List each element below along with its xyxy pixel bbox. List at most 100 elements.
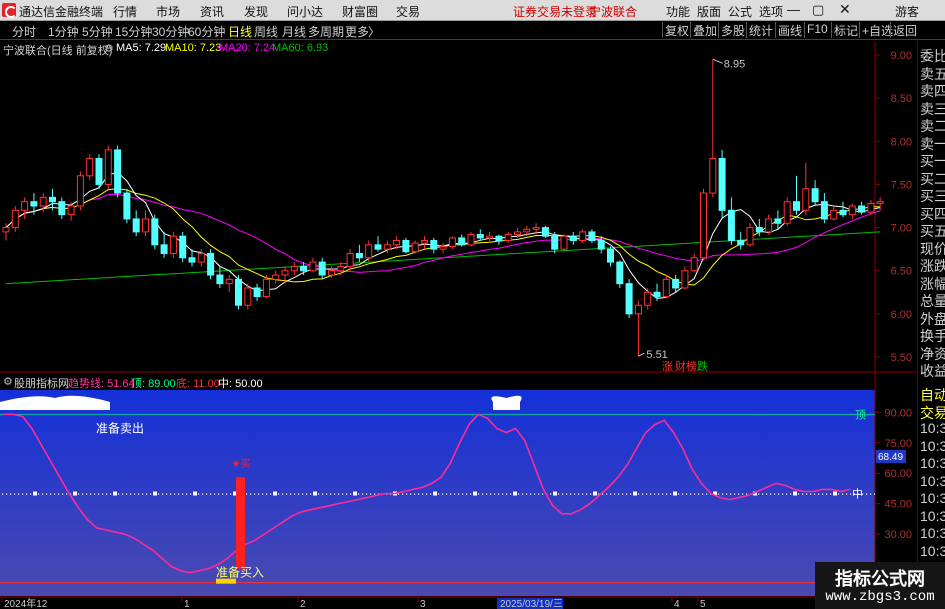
candle[interactable] bbox=[104, 145, 112, 189]
mid-dot bbox=[666, 493, 668, 495]
candle[interactable] bbox=[662, 275, 670, 299]
mid-dot bbox=[286, 493, 288, 495]
candle-body bbox=[39, 196, 47, 207]
candle[interactable] bbox=[421, 236, 428, 250]
candle[interactable] bbox=[318, 257, 326, 280]
candle[interactable] bbox=[793, 175, 800, 215]
candle[interactable] bbox=[244, 283, 252, 310]
mid-level-label: 中 bbox=[852, 488, 863, 501]
candle[interactable] bbox=[765, 214, 773, 235]
candle[interactable] bbox=[737, 231, 745, 250]
candle[interactable] bbox=[142, 210, 149, 237]
candle[interactable] bbox=[718, 149, 726, 219]
mid-dot bbox=[570, 493, 572, 495]
candle[interactable] bbox=[486, 231, 494, 244]
candle[interactable] bbox=[49, 188, 56, 211]
candle[interactable] bbox=[402, 237, 410, 254]
candle[interactable] bbox=[848, 203, 856, 219]
candle[interactable] bbox=[746, 223, 754, 247]
candle[interactable] bbox=[579, 229, 587, 244]
candle[interactable] bbox=[95, 154, 103, 189]
candle[interactable] bbox=[411, 240, 419, 254]
candle[interactable] bbox=[607, 246, 614, 267]
candle[interactable] bbox=[588, 229, 596, 244]
candle[interactable] bbox=[448, 236, 456, 250]
candle[interactable] bbox=[123, 188, 131, 224]
candle[interactable] bbox=[625, 279, 633, 319]
mid-dot bbox=[54, 493, 56, 495]
mid-dot bbox=[742, 493, 744, 495]
mid-dot bbox=[162, 493, 164, 495]
candle[interactable] bbox=[207, 249, 215, 280]
candle[interactable] bbox=[86, 154, 94, 181]
candle[interactable] bbox=[495, 234, 503, 245]
candle[interactable] bbox=[169, 231, 177, 258]
candle[interactable] bbox=[569, 231, 577, 245]
indicator-header: ⚙ 股朋指标网 趋势线: 51.64 顶: 89.00 底: 11.00 中: … bbox=[0, 374, 875, 390]
candle[interactable] bbox=[272, 270, 280, 284]
mid-marker bbox=[33, 491, 37, 496]
candle[interactable] bbox=[820, 193, 828, 224]
indicator-gear-icon[interactable]: ⚙ bbox=[3, 375, 13, 388]
candle-body bbox=[383, 244, 391, 250]
gear-icon[interactable]: ⚙ bbox=[104, 42, 114, 55]
candle[interactable] bbox=[160, 231, 168, 258]
candle[interactable] bbox=[700, 188, 707, 261]
mid-dot bbox=[622, 493, 624, 495]
candle[interactable] bbox=[672, 275, 680, 293]
candle[interactable] bbox=[21, 197, 29, 219]
candle[interactable] bbox=[802, 162, 810, 215]
mid-dot bbox=[282, 493, 284, 495]
candle[interactable] bbox=[132, 210, 140, 237]
candle[interactable] bbox=[858, 201, 866, 215]
mark-down-icon: 跌 bbox=[697, 359, 708, 373]
candle[interactable] bbox=[58, 197, 66, 219]
candle[interactable] bbox=[151, 214, 159, 250]
candle[interactable] bbox=[560, 234, 568, 252]
candle[interactable] bbox=[179, 231, 187, 263]
candle[interactable] bbox=[644, 287, 652, 310]
candle[interactable] bbox=[774, 210, 782, 230]
candle[interactable] bbox=[839, 201, 847, 218]
candle[interactable] bbox=[216, 266, 224, 288]
candle[interactable] bbox=[634, 300, 642, 357]
mid-dot bbox=[874, 493, 876, 495]
candle[interactable] bbox=[290, 262, 298, 276]
candle[interactable] bbox=[374, 236, 382, 252]
candle[interactable] bbox=[458, 234, 466, 247]
candle-body bbox=[820, 201, 828, 220]
candle[interactable] bbox=[467, 231, 475, 247]
candle[interactable] bbox=[616, 260, 624, 288]
candle[interactable] bbox=[235, 275, 242, 310]
candle[interactable] bbox=[727, 197, 735, 245]
candle[interactable] bbox=[476, 229, 484, 241]
mid-dot bbox=[346, 493, 348, 495]
mid-dot bbox=[766, 493, 768, 495]
candle[interactable] bbox=[346, 249, 354, 271]
candle[interactable] bbox=[867, 199, 875, 215]
candle[interactable] bbox=[541, 225, 549, 238]
quote-side-panel: 委比 卖五 卖四 卖三 卖二 卖一 买一 买二 买三 买四 买五 现价 涨跌 涨幅 总量 外盘 换手 净资 收益 自动… bbox=[917, 41, 945, 609]
candle-body bbox=[858, 205, 866, 213]
candle[interactable] bbox=[783, 197, 791, 226]
candle[interactable] bbox=[11, 206, 19, 232]
candle[interactable] bbox=[253, 283, 261, 301]
candle[interactable] bbox=[690, 253, 698, 273]
candle[interactable] bbox=[365, 240, 373, 263]
candle[interactable] bbox=[439, 243, 447, 254]
candle[interactable] bbox=[76, 171, 84, 211]
candle[interactable] bbox=[309, 257, 317, 273]
candle[interactable] bbox=[225, 275, 233, 293]
candle[interactable] bbox=[681, 266, 689, 290]
candle[interactable] bbox=[114, 145, 122, 198]
candle[interactable] bbox=[355, 244, 363, 263]
candle[interactable] bbox=[504, 231, 512, 244]
mid-dot bbox=[842, 493, 844, 495]
candle[interactable] bbox=[830, 206, 838, 221]
candle[interactable] bbox=[811, 180, 819, 206]
candle[interactable] bbox=[430, 237, 438, 254]
candle-body bbox=[783, 201, 791, 224]
quote-label-18[interactable]: 收益 bbox=[920, 361, 945, 381]
candle[interactable] bbox=[709, 59, 717, 198]
kline-chart[interactable]: 8.95 5.51涨财榜跌 顶中 ★买准备买入 准备卖出 9.00 8.50 8.00 7.… bbox=[0, 0, 945, 609]
